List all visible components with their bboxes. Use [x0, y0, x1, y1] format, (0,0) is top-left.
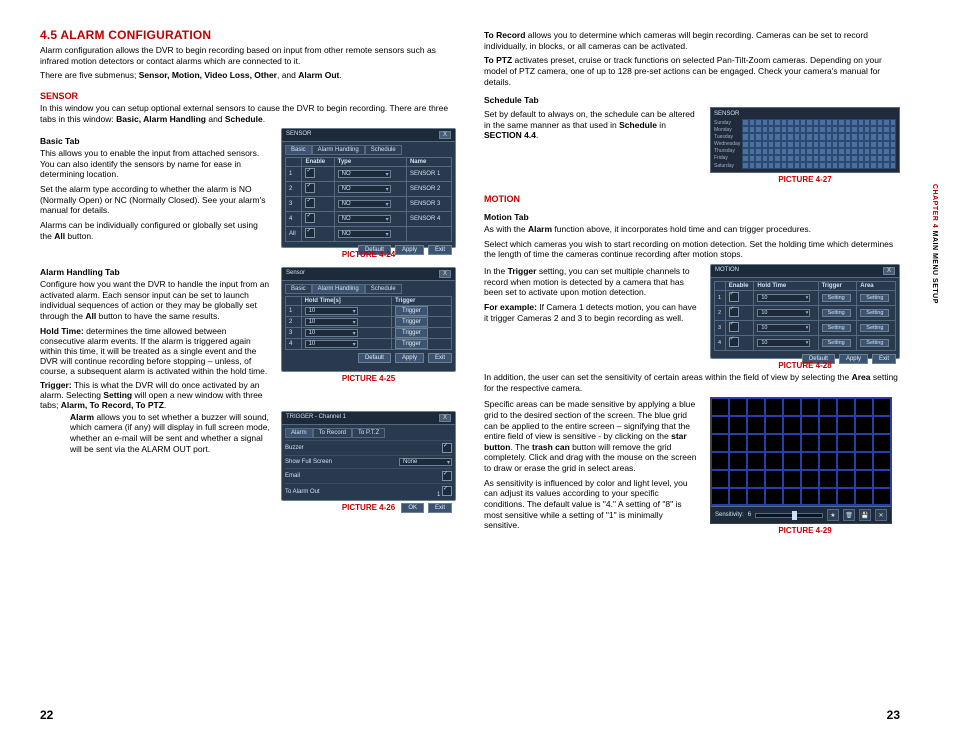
motion-p6: Specific areas can be made sensitive by …: [484, 399, 700, 473]
intro-paragraph-1: Alarm configuration allows the DVR to be…: [40, 45, 456, 66]
sensor-intro: In this window you can setup optional ex…: [40, 103, 456, 124]
star-icon: ★: [827, 509, 839, 521]
figure-4-25: SensorX Basic Alarm Handling Schedule Ho…: [281, 267, 456, 372]
motion-p4: For example: If Camera 1 detects motion,…: [484, 302, 700, 323]
schedule-days: SundayMondayTuesdayWednesdayThursdayFrid…: [714, 119, 742, 169]
motion-p1: As with the Alarm function above, it inc…: [484, 224, 900, 235]
basic-p1: This allows you to enable the input from…: [40, 148, 271, 180]
trigger-definition: Trigger: This is what the DVR will do on…: [40, 380, 271, 455]
exit-button: Exit: [428, 245, 452, 255]
motion-tab-heading: Motion Tab: [484, 212, 900, 222]
figure-4-26: TRIGGER - Channel 1X Alarm To Record To …: [281, 411, 456, 501]
figure-4-29: Sensitivity: 6 ★ 🗑 💾 ✕: [710, 397, 892, 524]
schedule-cells: [742, 119, 896, 169]
basic-p2: Set the alarm type according to whether …: [40, 184, 271, 216]
sensor-heading: SENSOR: [40, 91, 456, 101]
tab-basic: Basic: [285, 145, 312, 155]
to-record-paragraph: To Record allows you to determine which …: [484, 30, 900, 51]
checkbox-icon: [305, 168, 315, 178]
chapter-tab: CHAPTER 4 MAIN MENU SETUP: [924, 184, 938, 304]
exit-button: Exit: [428, 503, 452, 513]
to-ptz-paragraph: To PTZ activates preset, cruise or track…: [484, 55, 900, 87]
schedule-tab-heading: Schedule Tab: [484, 95, 900, 105]
close-icon: ✕: [875, 509, 887, 521]
basic-tab-heading: Basic Tab: [40, 136, 271, 146]
close-icon: X: [883, 267, 895, 275]
motion-heading: MOTION: [484, 194, 900, 204]
motion-p2: Select which cameras you wish to start r…: [484, 239, 900, 260]
close-icon: X: [439, 131, 451, 139]
schedule-paragraph: Set by default to always on, the schedul…: [484, 109, 700, 141]
apply-button: Apply: [395, 245, 424, 255]
page-number: 22: [40, 708, 53, 722]
figure-caption: PICTURE 4-27: [710, 175, 900, 184]
figure-4-28: MOTIONX EnableHold TimeTriggerArea 110Se…: [710, 264, 900, 359]
intro-paragraph-2: There are five submenus; Sensor, Motion,…: [40, 70, 456, 81]
page-22: 4.5 ALARM CONFIGURATION Alarm configurat…: [40, 28, 456, 710]
sensor-table: EnableTypeName 1NOSENSOR 1 2NOSENSOR 2 3…: [285, 157, 452, 242]
alarm-handling-heading: Alarm Handling Tab: [40, 267, 271, 277]
sensitivity-slider: [755, 513, 823, 518]
tab-alarm-handling: Alarm Handling: [312, 145, 365, 155]
motion-p3: In the Trigger setting, you can set mult…: [484, 266, 700, 298]
close-icon: X: [439, 414, 451, 422]
page-number: 23: [887, 708, 900, 722]
figure-4-27: SENSOR SundayMondayTuesdayWednesdayThurs…: [710, 107, 900, 173]
trash-icon: 🗑: [843, 509, 855, 521]
motion-p7: As sensitivity is influenced by color an…: [484, 478, 700, 531]
motion-p5: In addition, the user can set the sensit…: [484, 372, 900, 393]
area-toolbar: Sensitivity: 6 ★ 🗑 💾 ✕: [711, 506, 891, 523]
page-23: To Record allows you to determine which …: [484, 28, 900, 710]
hold-time-definition: Hold Time: determines the time allowed b…: [40, 326, 271, 376]
figure-caption: PICTURE 4-25: [281, 374, 456, 383]
figure-caption: PICTURE 4-29: [710, 526, 900, 535]
ok-button: OK: [401, 503, 424, 513]
section-heading: 4.5 ALARM CONFIGURATION: [40, 28, 456, 42]
basic-p3: Alarms can be individually configured or…: [40, 220, 271, 241]
handling-p1: Configure how you want the DVR to handle…: [40, 279, 271, 322]
figure-4-24: SENSORX Basic Alarm Handling Schedule En…: [281, 128, 456, 248]
save-icon: 💾: [859, 509, 871, 521]
tab-schedule: Schedule: [365, 145, 402, 155]
close-icon: X: [439, 270, 451, 278]
